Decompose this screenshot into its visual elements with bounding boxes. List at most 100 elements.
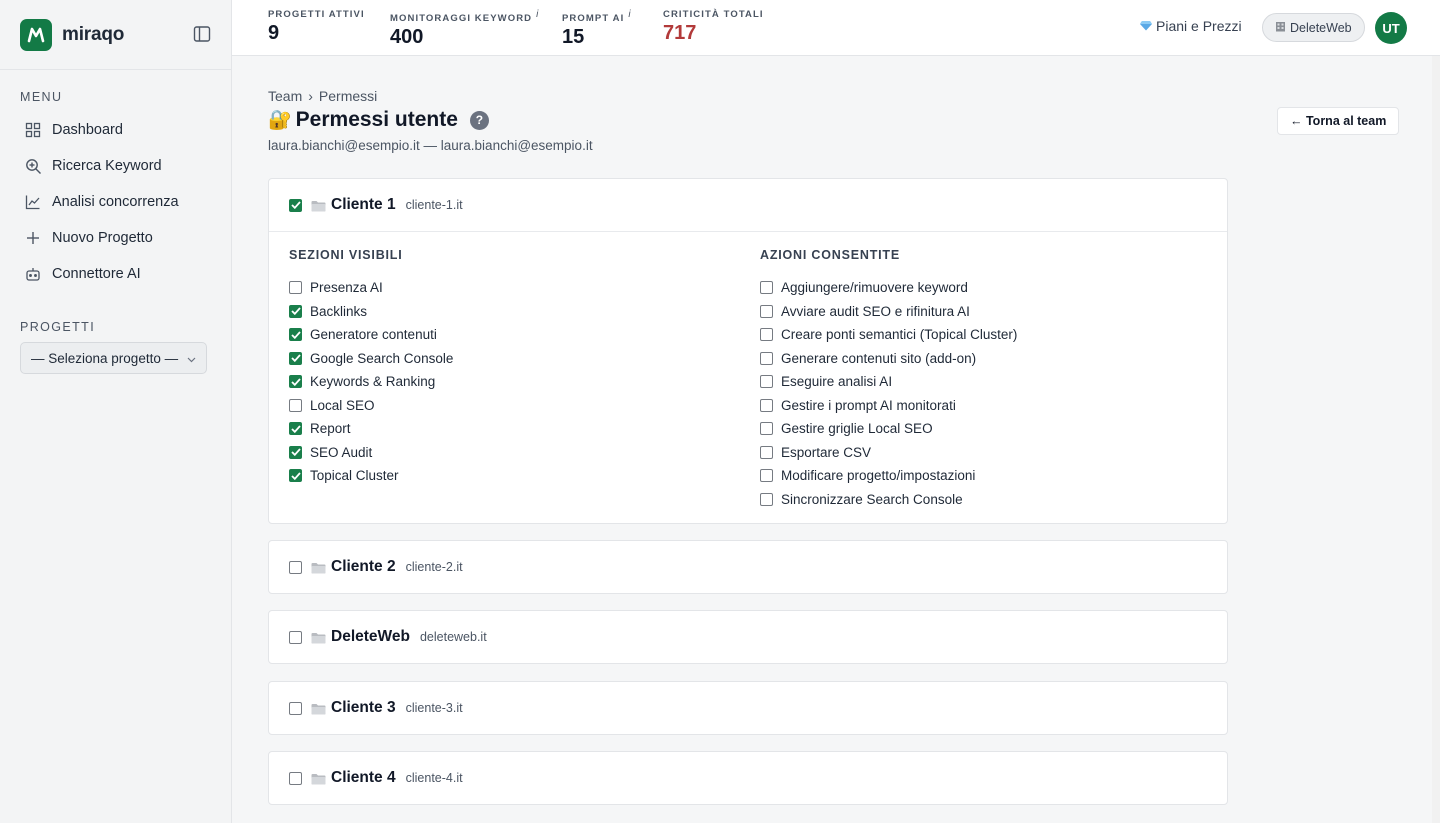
- permission-checkbox[interactable]: [760, 281, 773, 295]
- permission-checkbox[interactable]: [760, 422, 773, 436]
- permission-option[interactable]: Eseguire analisi AI: [760, 370, 1017, 394]
- permission-label: SEO Audit: [310, 444, 373, 460]
- breadcrumb-separator: ›: [308, 88, 313, 104]
- logo-mark-icon[interactable]: [20, 18, 52, 51]
- chevron-down-icon: [187, 351, 196, 366]
- project-checkbox[interactable]: [289, 630, 302, 644]
- menu-section: MENU Dashboard Ricerca Keyword Analisi c…: [0, 70, 231, 292]
- permission-checkbox[interactable]: [289, 304, 302, 318]
- stat-active-projects: PROGETTI ATTIVI 9: [268, 9, 365, 45]
- project-checkbox[interactable]: [289, 771, 302, 785]
- permission-checkbox[interactable]: [289, 398, 302, 412]
- project-checkbox[interactable]: [289, 560, 302, 574]
- sidebar-item-label: Connettore AI: [52, 266, 141, 282]
- project-domain: cliente-3.it: [405, 701, 463, 715]
- permission-label: Gestire i prompt AI monitorati: [781, 397, 956, 413]
- project-domain: cliente-4.it: [405, 771, 463, 785]
- permission-option[interactable]: Modificare progetto/impostazioni: [760, 464, 1017, 488]
- permission-option[interactable]: SEO Audit: [289, 441, 453, 465]
- permission-option[interactable]: Aggiungere/rimuovere keyword: [760, 276, 1017, 300]
- permission-checkbox[interactable]: [289, 328, 302, 342]
- project-domain: cliente-2.it: [405, 560, 463, 574]
- projects-heading: PROGETTI: [20, 320, 96, 334]
- plus-icon: [24, 229, 42, 247]
- sidebar-toggle-icon[interactable]: [193, 25, 213, 45]
- info-icon[interactable]: i: [628, 9, 631, 20]
- permission-option[interactable]: Report: [289, 417, 453, 441]
- permission-checkbox[interactable]: [289, 422, 302, 436]
- permission-option[interactable]: Esportare CSV: [760, 441, 1017, 465]
- permission-option[interactable]: Creare ponti semantici (Topical Cluster): [760, 323, 1017, 347]
- permission-label: Gestire griglie Local SEO: [781, 421, 933, 437]
- sidebar-item-keyword-research[interactable]: Ricerca Keyword: [20, 148, 211, 184]
- permission-label: Modificare progetto/impostazioni: [781, 468, 976, 484]
- breadcrumb-team-link[interactable]: Team: [268, 88, 302, 104]
- permission-label: Local SEO: [310, 397, 375, 413]
- sidebar-item-ai-connector[interactable]: Connettore AI: [20, 256, 211, 292]
- permission-checkbox[interactable]: [760, 351, 773, 365]
- allowed-actions-title: AZIONI CONSENTITE: [760, 248, 900, 262]
- avatar[interactable]: UT: [1375, 12, 1407, 44]
- folder-icon: [311, 772, 326, 785]
- permission-option[interactable]: Backlinks: [289, 300, 453, 324]
- chart-line-icon: [24, 193, 42, 211]
- project-card-cliente-4: Cliente 4 cliente-4.it: [268, 751, 1228, 805]
- sidebar-item-dashboard[interactable]: Dashboard: [20, 112, 211, 148]
- project-name: Cliente 2: [331, 558, 396, 575]
- permission-option[interactable]: Google Search Console: [289, 347, 453, 371]
- robot-icon: [24, 265, 42, 283]
- pricing-link[interactable]: Piani e Prezzi: [1140, 18, 1242, 34]
- project-card-header: Cliente 4 cliente-4.it: [269, 752, 1227, 804]
- sidebar-item-competitor-analysis[interactable]: Analisi concorrenza: [20, 184, 211, 220]
- permission-checkbox[interactable]: [289, 469, 302, 483]
- project-card-cliente-2: Cliente 2 cliente-2.it: [268, 540, 1228, 594]
- permission-option[interactable]: Local SEO: [289, 394, 453, 418]
- search-icon: [24, 157, 42, 175]
- permission-checkbox[interactable]: [760, 398, 773, 412]
- project-name: Cliente 1: [331, 196, 396, 213]
- permission-checkbox[interactable]: [289, 445, 302, 459]
- info-icon[interactable]: i: [536, 9, 539, 20]
- permission-checkbox[interactable]: [760, 328, 773, 342]
- permission-checkbox[interactable]: [760, 492, 773, 506]
- permission-option[interactable]: Gestire griglie Local SEO: [760, 417, 1017, 441]
- permission-option[interactable]: Keywords & Ranking: [289, 370, 453, 394]
- permission-checkbox[interactable]: [289, 351, 302, 365]
- permission-checkbox[interactable]: [289, 375, 302, 389]
- permission-option[interactable]: Presenza AI: [289, 276, 453, 300]
- permission-label: Avviare audit SEO e rifinitura AI: [781, 303, 970, 319]
- permission-option[interactable]: Generatore contenuti: [289, 323, 453, 347]
- permission-option[interactable]: Avviare audit SEO e rifinitura AI: [760, 300, 1017, 324]
- permission-label: Esportare CSV: [781, 444, 872, 460]
- back-to-team-button[interactable]: ← Torna al team: [1277, 107, 1400, 135]
- permission-checkbox[interactable]: [289, 281, 302, 295]
- permission-label: Aggiungere/rimuovere keyword: [781, 280, 968, 296]
- stat-value: 9: [268, 22, 280, 44]
- permission-label: Backlinks: [310, 303, 368, 319]
- permission-option[interactable]: Sincronizzare Search Console: [760, 488, 1017, 512]
- permission-checkbox[interactable]: [760, 445, 773, 459]
- stat-label: MONITORAGGI KEYWORD i: [390, 9, 540, 25]
- permission-label: Eseguire analisi AI: [781, 374, 893, 390]
- project-checkbox[interactable]: [289, 701, 302, 715]
- sidebar-item-new-project[interactable]: Nuovo Progetto: [20, 220, 211, 256]
- permission-option[interactable]: Topical Cluster: [289, 464, 453, 488]
- permission-label: Creare ponti semantici (Topical Cluster): [781, 327, 1018, 343]
- project-name: Cliente 4: [331, 769, 396, 786]
- permission-option[interactable]: Gestire i prompt AI monitorati: [760, 394, 1017, 418]
- permission-checkbox[interactable]: [760, 304, 773, 318]
- project-card-header: Cliente 3 cliente-3.it: [269, 682, 1227, 734]
- project-card-header: DeleteWeb deleteweb.it: [269, 611, 1227, 663]
- workspace-switcher[interactable]: DeleteWeb: [1262, 13, 1365, 42]
- permission-checkbox[interactable]: [760, 469, 773, 483]
- permission-option[interactable]: Generare contenuti sito (add-on): [760, 347, 1017, 371]
- page-scrollbar[interactable]: [1432, 56, 1440, 823]
- sidebar-item-label: Nuovo Progetto: [52, 230, 153, 246]
- project-select[interactable]: — Seleziona progetto —: [20, 342, 207, 374]
- project-checkbox[interactable]: [289, 198, 302, 212]
- help-icon[interactable]: ?: [469, 110, 489, 130]
- permission-checkbox[interactable]: [760, 375, 773, 389]
- page-title: 🔐 Permessi utente ?: [268, 108, 489, 132]
- permission-label: Topical Cluster: [310, 468, 399, 484]
- stat-label: PROGETTI ATTIVI: [268, 9, 365, 20]
